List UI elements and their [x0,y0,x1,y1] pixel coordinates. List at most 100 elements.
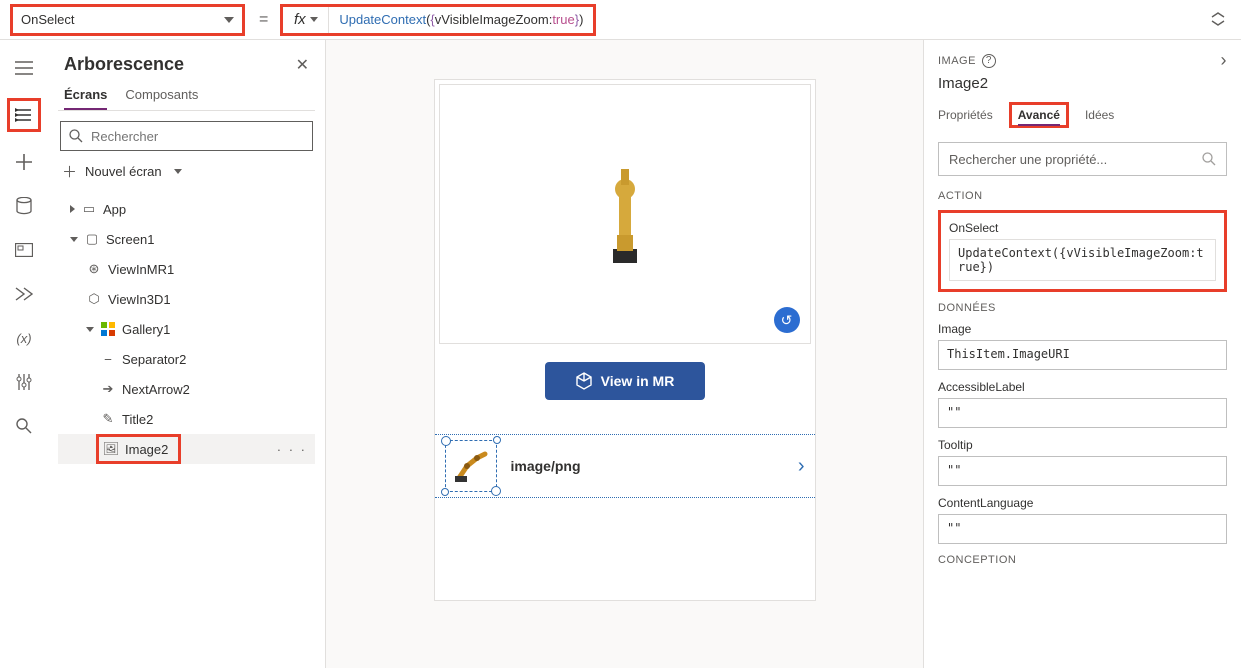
arrow-icon: ➔ [100,381,116,397]
chevron-down-icon [310,17,318,22]
new-screen-label: Nouvel écran [85,164,162,179]
variables-icon[interactable]: (x) [10,324,38,352]
view-in-mr-button[interactable]: View in MR [545,362,705,400]
tree-node-viewin3d1[interactable]: ⬡ ViewIn3D1 [58,284,315,314]
tree: ▭ App ▢ Screen1 ⊛ ViewInMR1 ⬡ ViewIn3D1 … [58,192,315,466]
chevron-right-icon[interactable]: › [1221,50,1228,71]
chevron-down-icon [70,237,78,242]
tab-screens[interactable]: Écrans [64,87,107,110]
fx-button[interactable]: fx [283,7,329,33]
gallery-row-title: image/png [511,458,581,474]
tree-panel: Arborescence ✕ Écrans Composants ＋ Nouve… [48,40,326,668]
tree-view-icon[interactable] [7,98,41,132]
advanced-tools-icon[interactable] [10,368,38,396]
chevron-down-icon [224,17,234,23]
prop-onselect[interactable]: OnSelect UpdateContext({vVisibleImageZoo… [938,210,1227,292]
gallery-icon [100,322,116,336]
formula-input-wrap: fx UpdateContext({vVisibleImageZoom:true… [280,4,596,36]
chevron-right-icon[interactable]: › [798,455,805,478]
tree-node-label: NextArrow2 [122,382,190,397]
prop-accessiblelabel-label: AccessibleLabel [938,380,1227,394]
3d-viewer[interactable]: ↺ [439,84,811,344]
tree-node-gallery1[interactable]: Gallery1 [58,314,315,344]
tab-components[interactable]: Composants [125,87,198,110]
equals-sign: = [259,11,268,29]
hamburger-icon[interactable] [10,54,38,82]
prop-tooltip-label: Tooltip [938,438,1227,452]
app-preview: ↺ View in MR image/png › [435,80,815,600]
prop-contentlanguage-value[interactable]: "" [938,514,1227,544]
property-search[interactable]: Rechercher une propriété... [938,142,1227,176]
tree-node-label: Image2 [125,442,168,457]
reset-view-icon[interactable]: ↺ [774,307,800,333]
gallery-row[interactable]: image/png › [435,434,815,498]
tree-node-label: Title2 [122,412,153,427]
fx-label: fx [294,11,306,28]
insert-icon[interactable] [10,148,38,176]
more-icon[interactable]: · · · [277,442,307,457]
section-design: CONCEPTION [938,554,1227,566]
prop-accessiblelabel-value[interactable]: "" [938,398,1227,428]
tree-node-image2[interactable]: 🖼 Image2 · · · [58,434,315,464]
cube-icon [575,372,593,390]
chevron-down-icon [86,327,94,332]
chevron-down-icon [174,169,182,174]
prop-image-label: Image [938,322,1227,336]
tree-node-label: Separator2 [122,352,186,367]
screen-icon: ▢ [84,231,100,247]
gallery-thumbnail-selected[interactable] [445,440,497,492]
prop-image: Image ThisItem.ImageURI [938,322,1227,370]
tree-node-nextarrow2[interactable]: ➔ NextArrow2 [58,374,315,404]
tree-search-input[interactable] [91,129,304,144]
power-automate-icon[interactable] [10,280,38,308]
tree-search[interactable] [60,121,313,151]
property-search-placeholder: Rechercher une propriété... [949,152,1202,167]
left-rail: (x) [0,40,48,668]
search-icon[interactable] [10,412,38,440]
view-in-mr-label: View in MR [601,373,675,389]
tree-node-label: ViewInMR1 [108,262,174,277]
tree-title: Arborescence [64,54,184,75]
image-icon: 🖼 [103,441,119,457]
tab-ideas[interactable]: Idées [1085,104,1114,126]
prop-tooltip-value[interactable]: "" [938,456,1227,486]
tab-properties[interactable]: Propriétés [938,104,993,126]
section-action: ACTION [938,190,1227,202]
prop-tooltip: Tooltip "" [938,438,1227,486]
section-data: DONNÉES [938,302,1227,314]
control-name: Image2 [938,75,1227,92]
robot-arm-icon [453,448,489,484]
new-screen-button[interactable]: ＋ Nouvel écran [58,151,315,192]
data-icon[interactable] [10,192,38,220]
tree-node-screen1[interactable]: ▢ Screen1 [58,224,315,254]
tree-node-title2[interactable]: ✎ Title2 [58,404,315,434]
tree-node-app[interactable]: ▭ App [58,194,315,224]
property-selector[interactable]: OnSelect [10,4,245,36]
prop-image-value[interactable]: ThisItem.ImageURI [938,340,1227,370]
control-type-label: IMAGE [938,55,976,67]
label-icon: ✎ [100,411,116,427]
help-icon[interactable]: ? [982,54,996,68]
search-icon [69,129,83,143]
tree-tabs: Écrans Composants [58,79,315,111]
formula-bar: OnSelect = fx UpdateContext({vVisibleIma… [0,0,1241,40]
close-icon[interactable]: ✕ [296,55,309,75]
prop-contentlanguage: ContentLanguage "" [938,496,1227,544]
tree-node-label: Screen1 [106,232,154,247]
tree-node-label: Gallery1 [122,322,170,337]
trophy-model-icon [595,159,655,269]
prop-contentlanguage-label: ContentLanguage [938,496,1227,510]
media-icon[interactable] [10,236,38,264]
canvas: ↺ View in MR image/png › [326,40,923,668]
property-tabs: Propriétés Avancé Idées [938,102,1227,128]
expand-formula-button[interactable] [1209,12,1227,29]
separator-icon: ⎯ [100,351,116,367]
tree-node-label: ViewIn3D1 [108,292,171,307]
tree-node-separator2[interactable]: ⎯ Separator2 [58,344,315,374]
tree-node-viewinmr1[interactable]: ⊛ ViewInMR1 [58,254,315,284]
tab-advanced[interactable]: Avancé [1009,102,1069,128]
formula-input[interactable]: UpdateContext({vVisibleImageZoom:true}) [329,12,593,28]
prop-onselect-value[interactable]: UpdateContext({vVisibleImageZoom:true}) [949,239,1216,281]
prop-accessiblelabel: AccessibleLabel "" [938,380,1227,428]
mr-icon: ⊛ [86,261,102,277]
